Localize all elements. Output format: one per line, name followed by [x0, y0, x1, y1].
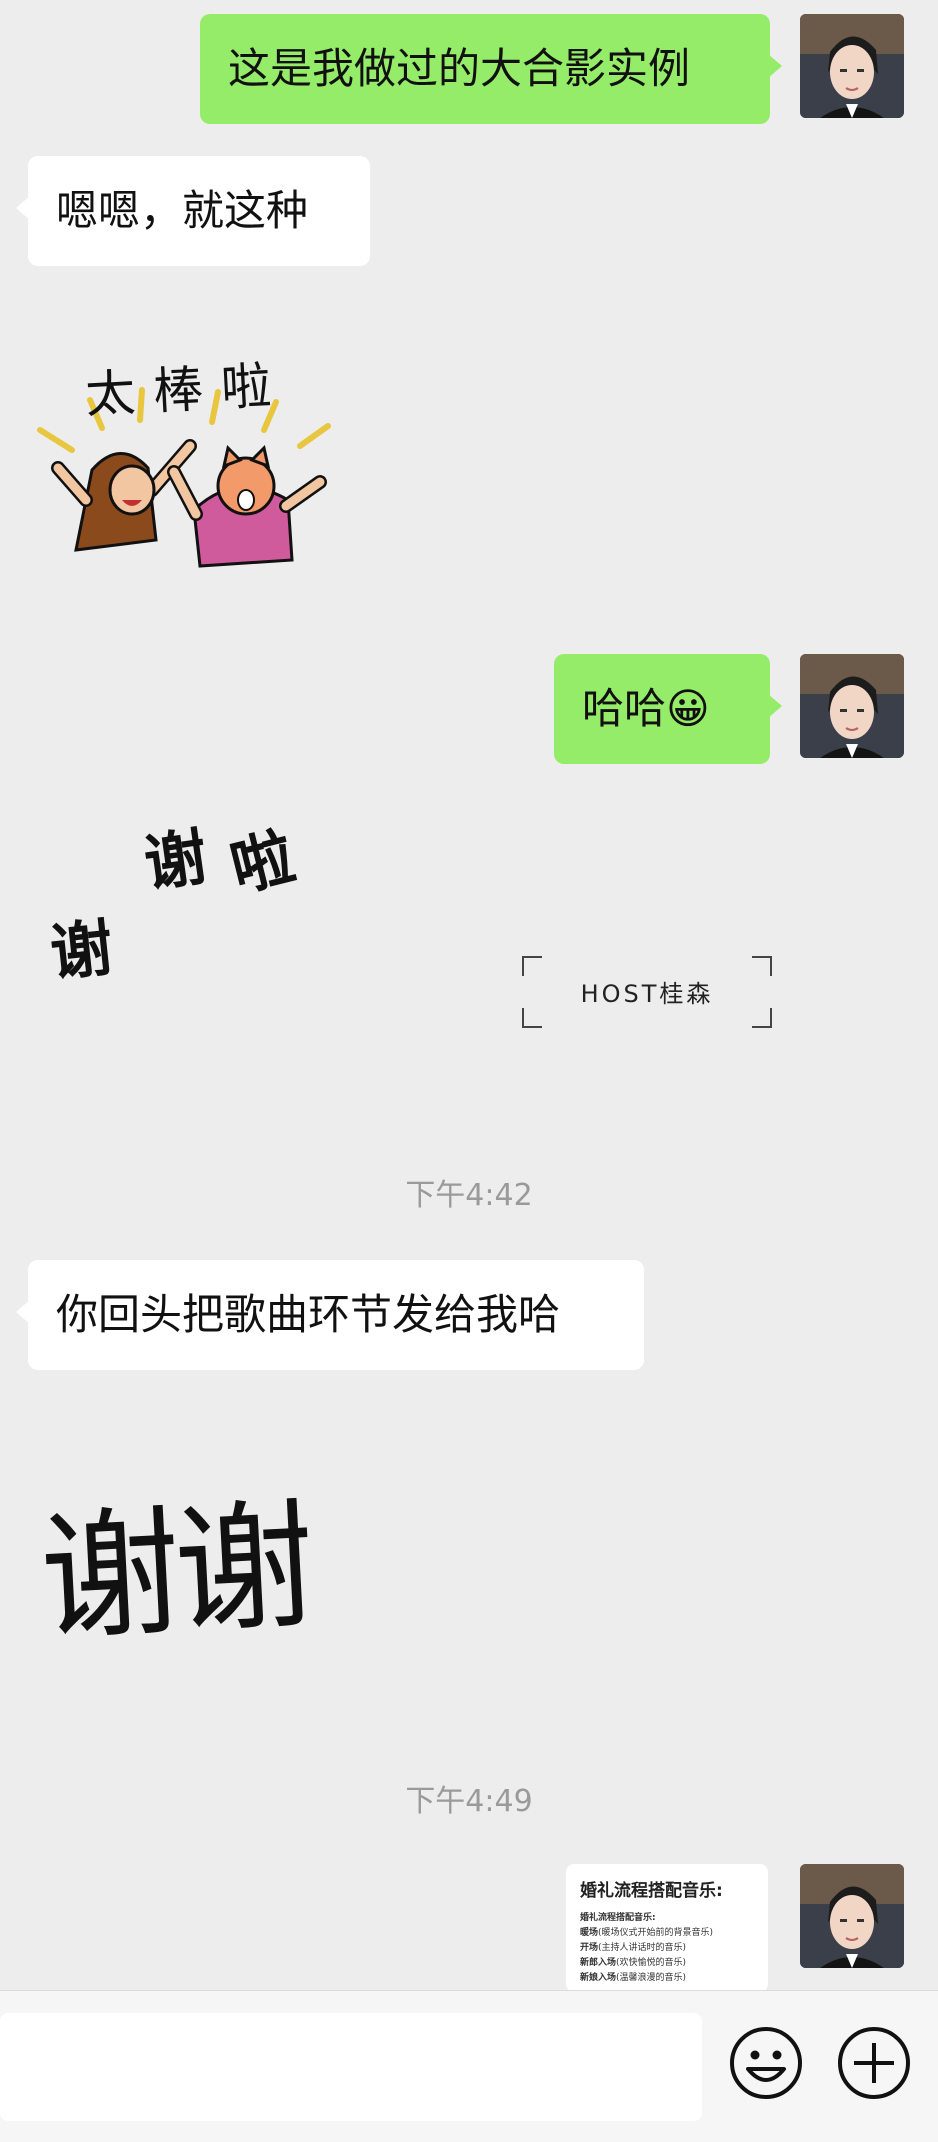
- sticker-caption: 太棒啦: [83, 355, 291, 425]
- received-message-bubble[interactable]: 你回头把歌曲环节发给我哈: [16, 1260, 644, 1370]
- sent-message-bubble[interactable]: 这是我做过的大合影实例: [200, 14, 782, 124]
- my-avatar[interactable]: [800, 1864, 904, 1968]
- sticker-great[interactable]: 太棒啦: [30, 350, 340, 570]
- watermark: HOST桂森: [522, 956, 772, 1028]
- smile-icon[interactable]: [728, 2025, 804, 2101]
- my-avatar[interactable]: [800, 654, 904, 758]
- timestamp: 下午4:42: [405, 1178, 533, 1213]
- message-text: 这是我做过的大合影实例: [228, 44, 691, 93]
- document-line: 婚礼流程搭配音乐:: [580, 1913, 656, 1923]
- sticker-thanks[interactable]: 谢 啦 谢: [40, 800, 340, 1000]
- sticker-char: 啦: [223, 819, 302, 906]
- sticker-char: 谢: [46, 910, 117, 991]
- sent-message-bubble[interactable]: 哈哈😀: [554, 654, 782, 764]
- document-line: 开场(主持人讲话时的音乐): [580, 1943, 687, 1953]
- message-text: 你回头把歌曲环节发给我哈: [56, 1290, 561, 1339]
- watermark-text: HOST桂森: [580, 980, 714, 1008]
- message-input[interactable]: [0, 2013, 702, 2121]
- my-avatar[interactable]: [800, 14, 904, 118]
- document-line: 新郎入场(欢快愉悦的音乐): [580, 1958, 687, 1968]
- document-line: 暖场(暖场仪式开始前的背景音乐): [580, 1928, 714, 1938]
- document-title: 婚礼流程搭配音乐:: [580, 1881, 723, 1901]
- document-line: 新娘入场(温馨浪漫的音乐): [580, 1973, 687, 1983]
- sticker-char: 谢: [139, 819, 212, 901]
- message-text: 哈哈: [582, 684, 667, 733]
- sticker-thanks-handwritten[interactable]: 谢谢: [37, 1440, 360, 1662]
- received-message-bubble[interactable]: 嗯嗯，就这种: [16, 156, 370, 266]
- plus-circle-icon[interactable]: [836, 2025, 912, 2101]
- timestamp: 下午4:49: [405, 1784, 533, 1819]
- message-text: 嗯嗯，就这种: [56, 186, 309, 235]
- document-card[interactable]: 婚礼流程搭配音乐: 婚礼流程搭配音乐: 暖场(暖场仪式开始前的背景音乐) 开场(…: [566, 1864, 768, 1992]
- grinning-emoji-icon: 😀: [666, 684, 710, 733]
- sticker-caption: 谢谢: [36, 1485, 313, 1662]
